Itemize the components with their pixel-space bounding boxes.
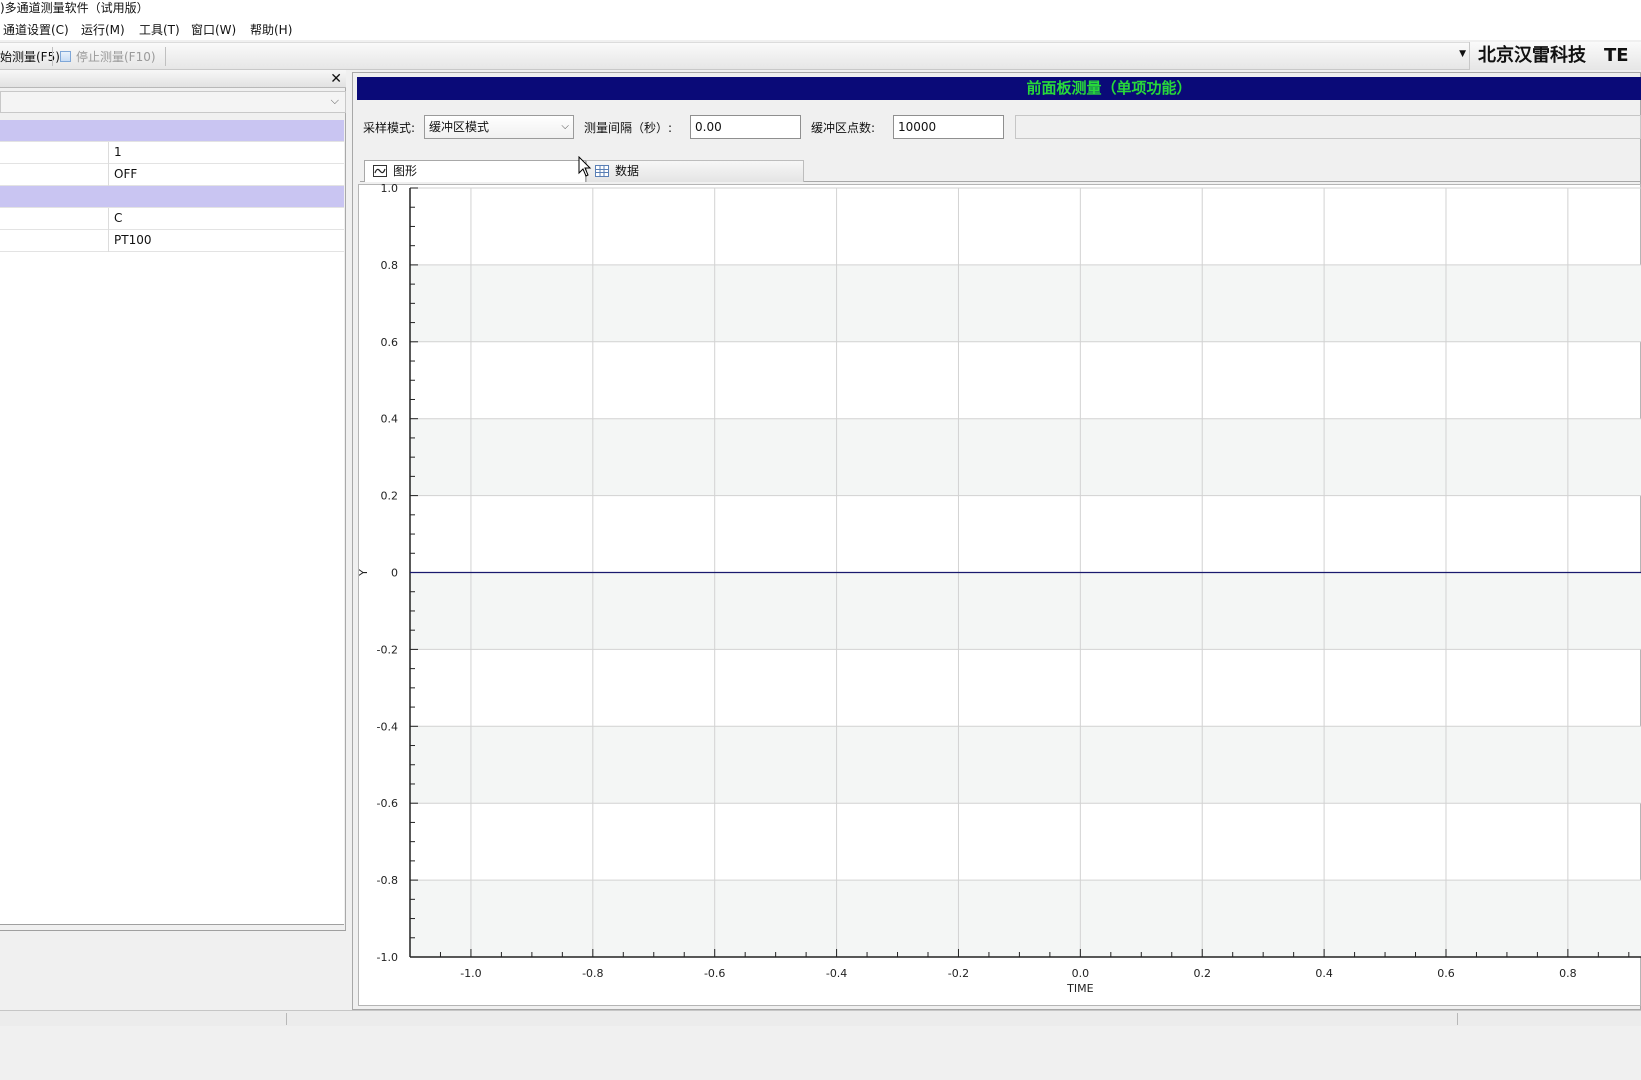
property-grid: 1 OFF C PT100	[0, 120, 344, 925]
panel-header: ✕	[0, 70, 346, 88]
mouse-cursor-icon	[578, 156, 592, 177]
stop-icon	[60, 51, 71, 62]
company-logo-text: 北京汉雷科技 TE	[1469, 42, 1641, 70]
menu-tools[interactable]: 工具(T)	[139, 21, 180, 38]
status-separator	[286, 1013, 287, 1025]
sampling-mode-value: 缓冲区模式	[429, 120, 490, 134]
sampling-mode-select[interactable]: 缓冲区模式 ⌵	[424, 115, 574, 139]
y-tick-label: 0.8	[381, 259, 399, 272]
chevron-down-icon: ⌵	[561, 121, 569, 132]
y-tick-label: -0.6	[377, 797, 398, 810]
property-value[interactable]: OFF	[108, 164, 344, 186]
plot-band	[410, 880, 1641, 957]
x-tick-label: -0.8	[582, 967, 603, 980]
x-tick-label: -0.2	[948, 967, 969, 980]
plot-band	[410, 572, 1641, 650]
x-tick-label: 0.4	[1315, 967, 1333, 980]
measurement-chart: 1.0 0.8 0.6 0.4 0.2 0 -0.2 -0.4 -0.6 -0.8 -1.0 -1.0…	[358, 184, 1641, 995]
property-value[interactable]: 1	[108, 142, 344, 164]
status-separator	[1457, 1013, 1458, 1025]
property-value[interactable]: PT100	[108, 230, 344, 252]
property-row[interactable]: 1	[0, 142, 344, 164]
toolbar-separator	[52, 47, 53, 66]
menu-help[interactable]: 帮助(H)	[250, 21, 292, 38]
menu-run[interactable]: 运行(M)	[81, 21, 125, 38]
buffer-points-input[interactable]: 10000	[893, 115, 1004, 139]
y-tick-label: -0.8	[377, 874, 398, 887]
properties-panel: ✕ ⌵ 1 OFF C PT100	[0, 70, 346, 1080]
y-tick-label: 0.4	[381, 413, 399, 426]
tab-data[interactable]: 数据	[586, 160, 804, 182]
stop-measure-label: 停止测量(F10)	[76, 50, 156, 64]
property-row[interactable]: OFF	[0, 164, 344, 186]
interval-input[interactable]: 0.00	[690, 115, 801, 139]
status-bar	[0, 1010, 1641, 1026]
chart-icon	[373, 165, 387, 177]
x-tick-label: 0.8	[1559, 967, 1577, 980]
table-icon	[595, 165, 609, 177]
menu-channel-settings[interactable]: 通道设置(C)	[3, 21, 69, 38]
start-measure-button[interactable]: 始测量(F5)	[0, 48, 60, 65]
window-title: )多通道测量软件（试用版）	[0, 0, 1641, 18]
progress-bar	[1015, 115, 1641, 139]
chevron-down-icon: ⌵	[330, 94, 339, 107]
property-category-row[interactable]	[0, 120, 344, 142]
plot-band	[410, 264, 1641, 342]
plot-band	[410, 726, 1641, 804]
y-tick-label: 0	[391, 567, 398, 580]
menu-window[interactable]: 窗口(W)	[191, 21, 236, 38]
x-tick-label: -0.4	[826, 967, 847, 980]
sampling-mode-label: 采样模式:	[363, 121, 416, 135]
toolbar-overflow-icon[interactable]: ▼	[1459, 49, 1466, 59]
menu-bar: 通道设置(C) 运行(M) 工具(T) 窗口(W) 帮助(H)	[0, 18, 1641, 40]
x-axis-title: TIME	[1066, 982, 1093, 995]
property-row[interactable]: C	[0, 208, 344, 230]
tab-graph[interactable]: 图形	[364, 160, 586, 182]
plot-band	[410, 418, 1641, 496]
buffer-points-label: 缓冲区点数:	[811, 121, 876, 135]
x-tick-label: 0.6	[1437, 967, 1455, 980]
property-category-row[interactable]	[0, 186, 344, 208]
tab-data-label: 数据	[615, 164, 640, 178]
panel-banner: 前面板测量（单项功能）	[357, 77, 1641, 100]
x-tick-label: -1.0	[460, 967, 481, 980]
y-tick-label: -0.2	[377, 643, 398, 656]
property-description-area	[0, 930, 346, 1080]
y-tick-label: -0.4	[377, 720, 398, 733]
toolbar: 始测量(F5) 停止测量(F10)	[0, 42, 1641, 70]
stop-measure-button[interactable]: 停止测量(F10)	[60, 48, 156, 65]
y-axis-title: Y	[358, 569, 370, 577]
x-tick-label: 0.2	[1193, 967, 1211, 980]
interval-label: 测量间隔（秒）:	[584, 121, 673, 135]
close-icon[interactable]: ✕	[330, 70, 342, 88]
property-row[interactable]: PT100	[0, 230, 344, 252]
x-tick-label: 0.0	[1072, 967, 1090, 980]
y-tick-label: 0.2	[381, 490, 399, 503]
channel-select[interactable]: ⌵	[0, 91, 346, 113]
y-tick-label: -1.0	[377, 951, 398, 964]
y-tick-label: 1.0	[381, 184, 399, 195]
x-tick-label: -0.6	[704, 967, 725, 980]
tab-graph-label: 图形	[393, 164, 418, 178]
y-tick-label: 0.6	[381, 336, 399, 349]
toolbar-separator	[165, 47, 166, 66]
property-value[interactable]: C	[108, 208, 344, 230]
